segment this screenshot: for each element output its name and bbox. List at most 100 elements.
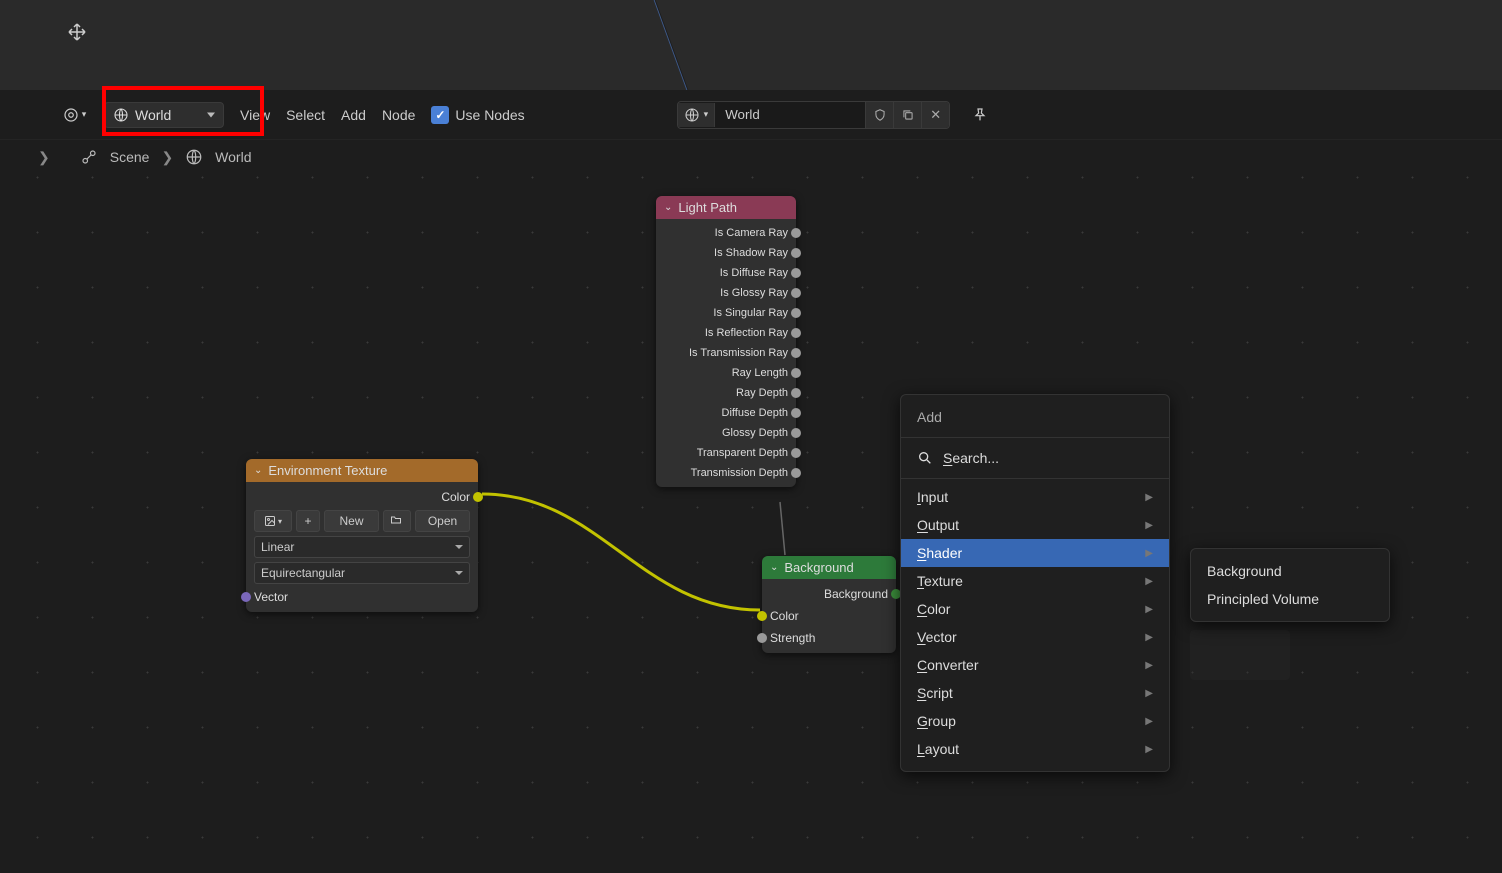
output-socket[interactable]: Transmission Depth (664, 465, 788, 481)
unlink-world-button[interactable]: ✕ (921, 102, 949, 128)
chevron-down-icon: ⌄ (664, 202, 672, 213)
add-category-color[interactable]: Color▶ (901, 595, 1169, 623)
socket-icon[interactable] (241, 592, 251, 602)
node-environment-texture[interactable]: ⌄ Environment Texture Color ▾ + New Open… (246, 459, 478, 612)
input-strength[interactable]: Strength (770, 629, 888, 647)
input-color[interactable]: Color (770, 607, 888, 625)
image-browse-dropdown[interactable]: ▾ (254, 510, 292, 532)
close-icon: ✕ (930, 107, 941, 123)
chevron-right-icon: ▶ (1145, 744, 1153, 755)
scene-icon (80, 148, 98, 166)
shader-option-background[interactable]: Background (1191, 557, 1389, 585)
node-header[interactable]: ⌄ Environment Texture (246, 459, 478, 482)
add-category-output[interactable]: Output▶ (901, 511, 1169, 539)
output-socket[interactable]: Is Shadow Ray (664, 245, 788, 261)
socket-icon[interactable] (791, 428, 801, 438)
projection-dropdown[interactable]: Equirectangular (254, 562, 470, 584)
add-category-vector[interactable]: Vector▶ (901, 623, 1169, 651)
output-color[interactable]: Color (254, 488, 470, 506)
editor-type-dropdown[interactable]: ▾ (60, 101, 88, 129)
add-category-shader[interactable]: Shader▶ (901, 539, 1169, 567)
breadcrumb: ❯ Scene ❯ World (38, 148, 251, 166)
shader-submenu[interactable]: BackgroundPrincipled Volume (1190, 548, 1390, 622)
add-category-group[interactable]: Group▶ (901, 707, 1169, 735)
socket-icon[interactable] (757, 611, 767, 621)
socket-icon[interactable] (791, 248, 801, 258)
menu-node[interactable]: Node (382, 107, 415, 123)
output-background[interactable]: Background (770, 585, 888, 603)
pin-icon (972, 107, 988, 123)
world-icon (684, 107, 700, 123)
pin-button[interactable] (966, 101, 994, 129)
socket-icon[interactable] (791, 468, 801, 478)
node-background[interactable]: ⌄ Background Background Color Strength (762, 556, 896, 653)
add-category-layout[interactable]: Layout▶ (901, 735, 1169, 763)
move-gizmo-icon (65, 20, 89, 44)
world-browse-dropdown[interactable]: ▾ (678, 103, 716, 127)
add-category-texture[interactable]: Texture▶ (901, 567, 1169, 595)
output-socket[interactable]: Is Reflection Ray (664, 325, 788, 341)
world-name-input[interactable] (715, 103, 865, 126)
socket-icon[interactable] (473, 492, 483, 502)
chevron-right-icon: ▶ (1145, 716, 1153, 727)
viewport-area (0, 0, 1502, 90)
add-category-input[interactable]: Input▶ (901, 483, 1169, 511)
output-socket[interactable]: Ray Depth (664, 385, 788, 401)
popup-title: Add (901, 403, 1169, 433)
use-nodes-toggle[interactable]: ✓ Use Nodes (431, 106, 524, 124)
node-header[interactable]: ⌄ Background (762, 556, 896, 579)
chevron-right-icon: ▶ (1145, 632, 1153, 643)
new-world-button[interactable] (893, 102, 921, 128)
menu-select[interactable]: Select (286, 107, 325, 123)
output-socket[interactable]: Transparent Depth (664, 445, 788, 461)
output-socket[interactable]: Is Singular Ray (664, 305, 788, 321)
new-image-button[interactable]: New (324, 510, 379, 532)
socket-icon[interactable] (791, 408, 801, 418)
socket-icon[interactable] (791, 448, 801, 458)
shader-type-dropdown[interactable]: World (104, 102, 224, 128)
socket-icon[interactable] (757, 633, 767, 643)
socket-icon[interactable] (791, 228, 801, 238)
popup-search[interactable]: Search... (901, 442, 1169, 474)
output-socket[interactable]: Glossy Depth (664, 425, 788, 441)
open-folder-button[interactable] (383, 510, 411, 532)
chevron-right-icon: ▶ (1145, 520, 1153, 531)
socket-icon[interactable] (791, 288, 801, 298)
input-vector[interactable]: Vector (254, 588, 470, 606)
breadcrumb-scene[interactable]: Scene (110, 149, 150, 165)
output-socket[interactable]: Ray Length (664, 365, 788, 381)
socket-icon[interactable] (791, 368, 801, 378)
shader-option-principled-volume[interactable]: Principled Volume (1191, 585, 1389, 613)
output-socket[interactable]: Is Camera Ray (664, 225, 788, 241)
socket-icon[interactable] (791, 268, 801, 278)
chevron-right-icon: ▶ (1145, 548, 1153, 559)
duplicate-icon (901, 108, 915, 122)
world-data-block[interactable]: ▾ ✕ (677, 101, 951, 129)
menu-add[interactable]: Add (341, 107, 366, 123)
node-light-path[interactable]: ⌄ Light Path Is Camera Ray Is Shadow Ray I… (656, 196, 796, 487)
add-category-converter[interactable]: Converter▶ (901, 651, 1169, 679)
add-image-button[interactable]: + (296, 510, 320, 532)
add-category-script[interactable]: Script▶ (901, 679, 1169, 707)
fake-user-button[interactable] (865, 102, 893, 128)
folder-icon (390, 514, 402, 526)
socket-icon[interactable] (791, 308, 801, 318)
open-image-button[interactable]: Open (415, 510, 470, 532)
shader-editor-header: ▾ World View Select Add Node ✓ Use Nodes… (0, 90, 1502, 140)
breadcrumb-world[interactable]: World (215, 149, 251, 165)
interpolation-dropdown[interactable]: Linear (254, 536, 470, 558)
output-socket[interactable]: Diffuse Depth (664, 405, 788, 421)
output-socket[interactable]: Is Diffuse Ray (664, 265, 788, 281)
node-header[interactable]: ⌄ Light Path (656, 196, 796, 219)
socket-icon[interactable] (791, 388, 801, 398)
output-socket[interactable]: Is Transmission Ray (664, 345, 788, 361)
menu-view[interactable]: View (240, 107, 270, 123)
obscured-node (1190, 630, 1290, 680)
add-popup[interactable]: Add Search... Input▶Output▶Shader▶Textur… (900, 394, 1170, 772)
socket-icon[interactable] (791, 328, 801, 338)
node-title: Environment Texture (268, 463, 387, 478)
chevron-down-icon: ⌄ (770, 562, 778, 573)
socket-icon[interactable] (791, 348, 801, 358)
output-socket[interactable]: Is Glossy Ray (664, 285, 788, 301)
node-title: Background (784, 560, 853, 575)
